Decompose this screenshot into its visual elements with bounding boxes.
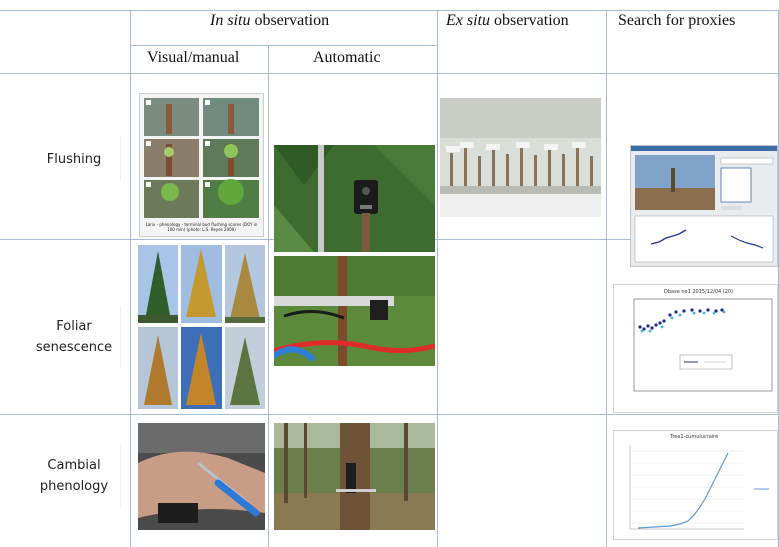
row-label-flushing: Flushing <box>28 137 121 181</box>
row-label-foliar-senescence: Foliar senescence <box>28 306 121 368</box>
bud-flushing-photo-panel: Larix - phenology - terminal bud flushin… <box>139 93 264 237</box>
row-label-line: senescence <box>35 340 113 355</box>
row-label-line: phenology <box>39 479 109 494</box>
header-in-situ-rest: observation <box>250 12 330 29</box>
table-col-divider <box>268 45 269 547</box>
ex-situ-seedlings-photo <box>440 98 601 217</box>
larch-senescence-photo-grid <box>138 245 265 409</box>
subheader-automatic: Automatic <box>313 49 381 66</box>
senescence-proxy-plot: Dbase no1 2015/12/04 (20) <box>613 284 778 413</box>
bud-panel-caption: Larix - phenology - terminal bud flushin… <box>145 222 258 232</box>
header-in-situ-italic: In situ <box>210 12 251 29</box>
cambial-proxy-plot: Tree1-cumulucraire <box>613 430 778 540</box>
table-row-divider <box>0 414 779 415</box>
row-label-cambial-phenology: Cambial phenology <box>28 445 121 507</box>
row-label-line: Cambial <box>47 458 101 473</box>
table-col-divider <box>130 10 131 547</box>
header-proxies: Search for proxies <box>618 12 736 29</box>
table-row-divider <box>130 45 437 46</box>
row-label-line: Foliar <box>56 319 92 334</box>
automatic-sensor-cables-photo <box>274 256 435 366</box>
header-ex-situ-italic: Ex situ <box>446 12 490 29</box>
row-label-line: Flushing <box>46 151 102 167</box>
dendrometer-trunk-photo <box>274 423 435 530</box>
cambial-sampling-photo <box>138 423 265 530</box>
automatic-camera-photo <box>274 145 435 252</box>
table-row-divider <box>0 10 779 11</box>
table-col-divider <box>437 10 438 547</box>
proxy-software-screenshot <box>630 145 778 267</box>
header-ex-situ: Ex situ observation <box>446 12 569 30</box>
table-col-divider <box>606 10 607 547</box>
header-ex-situ-rest: observation <box>490 12 569 29</box>
table-row-divider <box>0 73 779 74</box>
header-in-situ: In situ observation <box>210 12 329 30</box>
subheader-visual-manual: Visual/manual <box>147 49 240 66</box>
